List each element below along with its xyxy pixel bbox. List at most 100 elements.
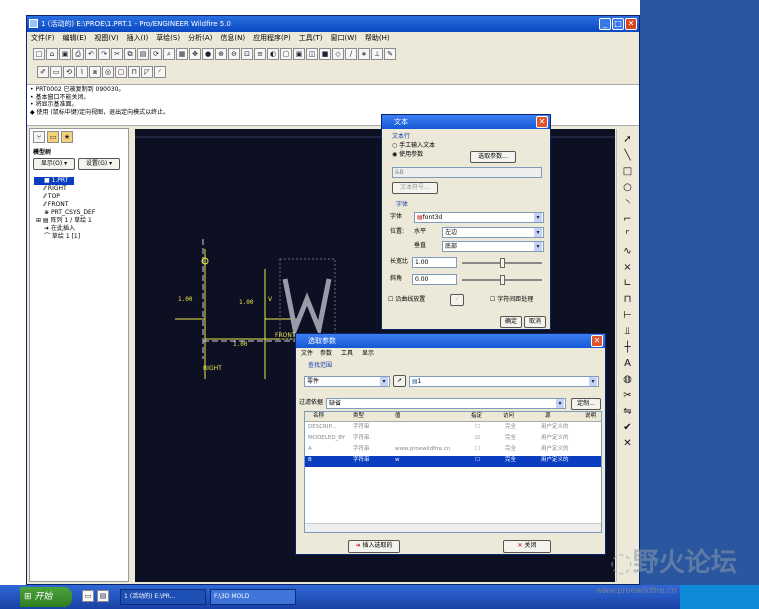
text-dialog-titlebar[interactable]: 文本 ✕	[382, 115, 550, 129]
hidden-line-icon[interactable]: ▣	[293, 48, 305, 60]
datum-axis-icon[interactable]: ∕	[345, 48, 357, 60]
wireframe-icon[interactable]: ▢	[280, 48, 292, 60]
menu-sketch[interactable]: 草绘(S)	[152, 32, 184, 45]
menu-window[interactable]: 窗口(W)	[327, 32, 361, 45]
menu-view[interactable]: 视图(V)	[90, 32, 122, 45]
folder-tab-icon[interactable]: ▭	[47, 131, 59, 143]
model-tree-tab-icon[interactable]: ⑂	[33, 131, 45, 143]
circle-icon[interactable]: ○	[623, 181, 632, 195]
task-button[interactable]: F:\3D MOLD	[210, 589, 296, 605]
select-param-button[interactable]: 选取参数...	[470, 151, 516, 163]
open-icon[interactable]: ⌂	[46, 48, 58, 60]
paste-icon[interactable]: ▤	[137, 48, 149, 60]
tree-item-right[interactable]: ⁄⁄ RIGHT	[34, 185, 128, 193]
point-icon[interactable]: ×	[623, 261, 631, 275]
menu-info[interactable]: 信息(N)	[216, 32, 249, 45]
menu-insert[interactable]: 插入(I)	[123, 32, 153, 45]
fillet-icon[interactable]: ⌐	[623, 213, 631, 227]
close-icon[interactable]: ✕	[536, 116, 548, 128]
menu-parameters[interactable]: 参数	[320, 350, 332, 358]
repaint-icon[interactable]: ▦	[176, 48, 188, 60]
display-style-icon[interactable]: ◐	[267, 48, 279, 60]
csys-icon[interactable]: ⊥	[371, 48, 383, 60]
menu-help[interactable]: 帮助(H)	[361, 32, 394, 45]
hole-icon[interactable]: ◎	[102, 66, 114, 78]
chamfer-icon[interactable]: ⌜	[625, 229, 630, 243]
font-select[interactable]: ▤font3d	[414, 212, 544, 223]
aspect-ratio-slider[interactable]	[462, 258, 542, 268]
col-type[interactable]: 类型	[353, 412, 364, 421]
spline-icon[interactable]: ∿	[623, 245, 631, 259]
select-arrow-icon[interactable]: ➚	[623, 133, 631, 147]
filter-select[interactable]: 缺省	[326, 398, 566, 409]
param-dialog-titlebar[interactable]: 选取参数 ✕	[296, 334, 605, 348]
col-name[interactable]: 名称	[313, 412, 324, 421]
slider-thumb[interactable]	[500, 258, 505, 268]
zoom-out-icon[interactable]: ⊖	[228, 48, 240, 60]
shade-icon[interactable]: ●	[202, 48, 214, 60]
lookup-type-select[interactable]: 零件	[304, 376, 390, 387]
param-text-field[interactable]: &B	[392, 167, 542, 178]
select-arrow-icon[interactable]: ➚	[393, 375, 406, 387]
menu-applications[interactable]: 应用程序(P)	[249, 32, 295, 45]
favorites-tab-icon[interactable]: ★	[61, 131, 73, 143]
spin-center-icon[interactable]: ✥	[189, 48, 201, 60]
menu-display[interactable]: 显示	[362, 350, 374, 358]
tree-item-csys[interactable]: ⋇ PRT_CSYS_DEF	[34, 209, 128, 217]
no-hidden-icon[interactable]: ◫	[306, 48, 318, 60]
trim-icon[interactable]: ✂	[623, 389, 631, 403]
new-icon[interactable]: □	[33, 48, 45, 60]
save-icon[interactable]: ▣	[59, 48, 71, 60]
menu-tools[interactable]: 工具	[341, 350, 353, 358]
col-access[interactable]: 访问	[503, 412, 514, 421]
tree-item-pattern[interactable]: ⊞ ▤ 阵列 1 / 草绘 1	[34, 217, 128, 225]
ok-button[interactable]: 确定	[500, 316, 522, 328]
regenerate-icon[interactable]: ⟳	[150, 48, 162, 60]
table-row[interactable]: DESCRIP... 字符串 ☐ 完全 用户定义的	[305, 423, 601, 434]
shading-icon[interactable]: ■	[319, 48, 331, 60]
col-designate[interactable]: 指定	[471, 412, 482, 421]
slant-input[interactable]: 0.00	[412, 274, 457, 285]
cancel-x-icon[interactable]: ✕	[623, 437, 631, 451]
use-edge-icon[interactable]: ⊓	[624, 293, 632, 307]
copy-icon[interactable]: ⧉	[124, 48, 136, 60]
datum-plane-icon[interactable]: ◇	[332, 48, 344, 60]
dimension-icon[interactable]: ⊢	[623, 309, 632, 323]
revolve-icon[interactable]: ⟲	[63, 66, 75, 78]
tree-item-sketch[interactable]: ⌒ 草绘 1 [1]	[34, 233, 128, 241]
col-value[interactable]: 值	[395, 412, 401, 421]
close-dialog-button[interactable]: ✕ 关闭	[503, 540, 551, 553]
col-source[interactable]: 源	[545, 412, 551, 421]
menu-analysis[interactable]: 分析(A)	[184, 32, 216, 45]
table-row[interactable]: A 字符串 www.proewildfire.cn ☐ 完全 用户定义的	[305, 445, 601, 456]
settings-button[interactable]: 设置(G) ▾	[78, 158, 120, 170]
flip-direction-icon[interactable]: ⁄	[450, 294, 464, 306]
slant-slider[interactable]	[462, 275, 542, 285]
menu-file[interactable]: 文件(F)	[27, 32, 59, 45]
rectangle-icon[interactable]: □	[623, 165, 632, 179]
lookup-target-select[interactable]: ▤1	[409, 376, 599, 387]
insert-selected-button[interactable]: ➜ 插入选取的	[348, 540, 400, 553]
tree-item-root[interactable]: ■ 1.PRT	[34, 177, 74, 185]
line-icon[interactable]: ╲	[624, 149, 630, 163]
col-description[interactable]: 说明	[585, 412, 596, 421]
use-param-radio[interactable]: ◉ 使用参数	[392, 151, 423, 159]
layer-icon[interactable]: ≡	[254, 48, 266, 60]
table-row-selected[interactable]: B 字符串 w ☐ 完全 用户定义的	[305, 456, 601, 467]
vertical-select[interactable]: 底部	[442, 241, 544, 252]
text-icon[interactable]: A	[624, 357, 631, 371]
shell-icon[interactable]: ▢	[115, 66, 127, 78]
refit-icon[interactable]: ⊡	[241, 48, 253, 60]
dimension-value[interactable]: 1.00	[239, 299, 253, 307]
done-check-icon[interactable]: ✔	[623, 421, 631, 435]
sweep-icon[interactable]: ⌇	[76, 66, 88, 78]
print-icon[interactable]: ⎙	[72, 48, 84, 60]
dimension-value[interactable]: 1.00	[178, 296, 192, 304]
undo-icon[interactable]: ↶	[85, 48, 97, 60]
round-icon[interactable]: ◜	[154, 66, 166, 78]
csys-sketch-icon[interactable]: ∟	[623, 277, 631, 291]
mirror-icon[interactable]: ⇋	[623, 405, 631, 419]
close-icon[interactable]: ✕	[591, 335, 603, 347]
minimize-button[interactable]: _	[599, 18, 611, 30]
arc-icon[interactable]: ◝	[626, 197, 630, 211]
